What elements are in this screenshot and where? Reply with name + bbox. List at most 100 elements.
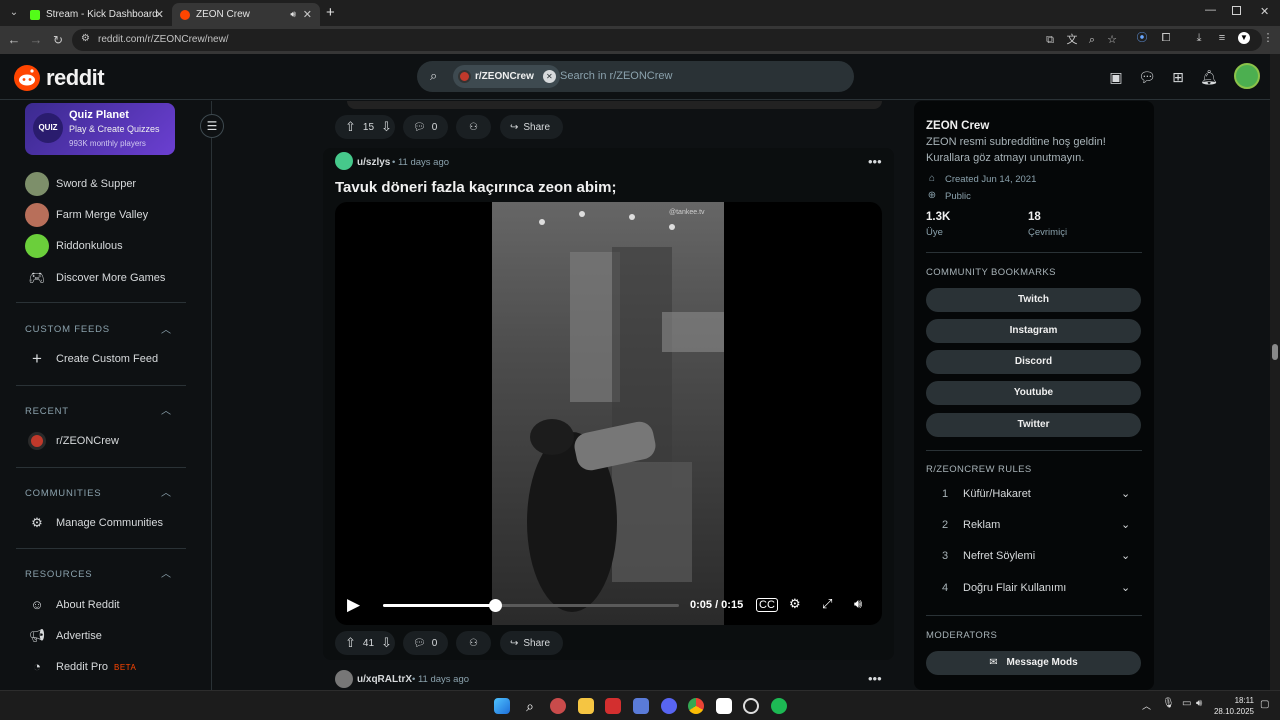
discord-icon[interactable] [661,698,677,714]
custom-feeds-header[interactable]: CUSTOM FEEDS [25,324,110,335]
download-icon[interactable]: ⤓ [1193,32,1205,44]
windows-start-icon[interactable] [494,698,510,714]
resources-header[interactable]: RESOURCES [25,569,92,580]
new-tab-button[interactable]: + [326,4,335,21]
site-info-icon[interactable]: ⚙ [81,33,90,44]
zoom-icon[interactable]: ⌕ [1086,34,1098,46]
video-player[interactable]: @tankee.tv ▶ 0:05 / 0:15 CC ⚙ ⤢ 🔊︎ [335,202,882,625]
search-icon[interactable]: ⌕ [522,698,538,714]
chevron-down-icon[interactable]: ⌄ [1121,581,1130,594]
app-icon[interactable] [550,698,566,714]
bookmark-twitch[interactable]: Twitch [926,288,1141,312]
menu-icon[interactable]: ⋮ [1262,32,1274,44]
bookmark-star-icon[interactable]: ☆ [1106,34,1118,46]
ads-icon[interactable]: ▣ [1107,68,1125,86]
file-explorer-icon[interactable] [578,698,594,714]
game-sword-supper[interactable]: Sword & Supper [25,170,195,198]
video-seek-bar[interactable] [383,599,679,612]
reddit-logo-icon[interactable] [14,65,40,91]
scrollbar-thumb[interactable] [1272,344,1278,360]
chat-icon[interactable]: 💬︎ [1138,68,1156,86]
comments-button[interactable]: 💬︎ 0 [403,631,448,655]
rule-item[interactable]: 4 Doğru Flair Kullanımı ⌄ [926,577,1141,601]
share-button[interactable]: ↪ Share [500,631,563,655]
previous-post-media[interactable] [347,101,882,109]
chevron-up-icon[interactable]: ︿ [161,484,171,499]
user-avatar[interactable] [335,670,353,688]
notifications-icon[interactable]: 🔔︎ [1200,68,1218,86]
network-icon[interactable]: ▭ [1182,698,1191,709]
page-scrollbar[interactable] [1270,54,1280,690]
reload-icon[interactable]: ↻ [50,32,66,48]
create-post-icon[interactable]: ⊞ [1169,68,1187,86]
chevron-up-icon[interactable]: ︿ [161,565,171,580]
close-tab-icon[interactable]: ✕ [303,8,312,21]
user-avatar[interactable] [1234,63,1260,89]
post-title[interactable]: Tavuk döneri fazla kaçırınca zeon abim; [335,179,616,196]
recent-header[interactable]: RECENT [25,406,69,417]
post-author[interactable]: u/szlys [357,157,390,168]
bookmark-instagram[interactable]: Instagram [926,319,1141,343]
rule-item[interactable]: 1 Küfür/Hakaret ⌄ [926,483,1141,507]
user-avatar[interactable] [335,152,353,170]
notification-icon[interactable]: ▢ [1260,699,1269,710]
profile-icon[interactable]: ▼ [1238,32,1250,44]
media-control-icon[interactable]: ≡ [1216,32,1228,44]
create-custom-feed[interactable]: + Create Custom Feed [25,345,195,373]
chevron-up-icon[interactable]: ︿ [161,402,171,417]
spotify-icon[interactable] [771,698,787,714]
close-window-icon[interactable]: ✕ [1260,5,1269,18]
game-farm-merge-valley[interactable]: Farm Merge Valley [25,201,195,229]
downvote-icon[interactable]: ⇩ [381,635,392,651]
extension-icon[interactable]: ⦿ [1136,32,1148,44]
rule-item[interactable]: 3 Nefret Söylemi ⌄ [926,545,1141,569]
translate-icon[interactable]: 文 [1066,34,1078,46]
rule-item[interactable]: 2 Reklam ⌄ [926,514,1141,538]
award-button[interactable]: ⚇ [456,631,491,655]
discover-more-games[interactable]: 🎮︎ Discover More Games [25,264,195,292]
clear-chip-icon[interactable]: ✕ [542,70,556,83]
forward-icon[interactable]: → [28,32,44,48]
game-riddonkulous[interactable]: Riddonkulous [25,232,195,260]
microphone-icon[interactable]: 🎙︎ [1162,698,1175,709]
search-community-chip[interactable]: r/ZEONCrew ✕ [453,65,560,88]
address-bar[interactable]: ⚙ reddit.com/r/ZEONCrew/new/ ⧉ 文 ⌕ ☆ [72,29,1262,51]
bookmark-twitter[interactable]: Twitter [926,413,1141,437]
close-tab-icon[interactable]: ✕ [155,8,164,21]
reddit-wordmark[interactable]: reddit [46,65,105,91]
maximize-icon[interactable] [1232,6,1241,15]
chrome-icon[interactable] [688,698,704,714]
award-button[interactable]: ⚇ [456,115,491,139]
minimize-icon[interactable]: — [1205,4,1216,16]
volume-icon[interactable]: 🔊︎ [854,596,862,612]
upvote-icon[interactable]: ⇧ [345,635,356,651]
tab-zeon-crew[interactable]: ZEON Crew 🔊︎ ✕ [172,3,320,26]
back-icon[interactable]: ← [6,32,22,48]
captions-icon[interactable]: CC [756,598,778,612]
audio-playing-icon[interactable]: 🔊︎ [290,9,296,20]
downvote-icon[interactable]: ⇩ [381,119,392,135]
app-icon[interactable] [605,698,621,714]
collapse-sidebar-button[interactable]: ☰ [200,114,224,138]
install-icon[interactable]: ⧉ [1044,34,1056,46]
app-icon[interactable] [716,698,732,714]
message-mods-button[interactable]: ✉ Message Mods [926,651,1141,675]
chevron-up-icon[interactable]: ︿ [161,321,171,336]
app-icon[interactable] [633,698,649,714]
reddit-pro[interactable]: ◔ Reddit Pro BETA [25,653,195,681]
communities-header[interactable]: COMMUNITIES [25,488,101,499]
chevron-down-icon[interactable]: ⌄ [1121,549,1130,562]
more-options-icon[interactable]: ••• [868,671,882,686]
fullscreen-icon[interactable]: ⤢ [822,596,832,612]
chevron-down-icon[interactable]: ⌄ [1121,518,1130,531]
extensions-puzzle-icon[interactable]: ⧠ [1160,32,1172,44]
comments-button[interactable]: 💬︎ 0 [403,115,448,139]
more-options-icon[interactable]: ••• [868,154,882,169]
chevron-down-icon[interactable]: ⌄ [1121,487,1130,500]
quiz-planet-promo[interactable]: QUIZ Quiz Planet Play & Create Quizzes 9… [25,103,175,155]
upvote-icon[interactable]: ⇧ [345,119,356,135]
recent-zeoncrew[interactable]: r/ZEONCrew [25,427,195,455]
volume-icon[interactable]: 🔊︎ [1196,698,1202,709]
advertise[interactable]: 📢︎ Advertise [25,622,195,650]
settings-gear-icon[interactable]: ⚙ [789,596,801,612]
